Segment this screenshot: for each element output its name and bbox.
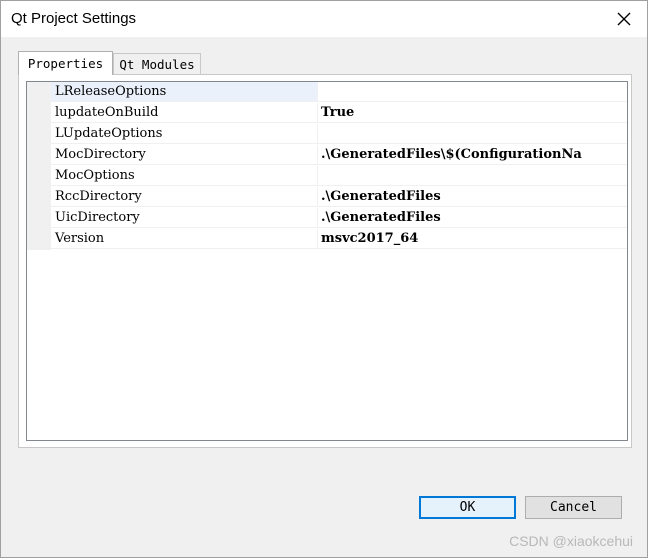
close-button[interactable] — [609, 5, 639, 33]
property-name: RccDirectory — [51, 187, 317, 207]
row-gutter — [27, 166, 51, 187]
property-row[interactable]: LUpdateOptions — [27, 124, 627, 145]
property-value[interactable]: msvc2017_64 — [317, 229, 627, 249]
cancel-button[interactable]: Cancel — [525, 496, 622, 519]
watermark: CSDN @xiaokcehui — [509, 533, 633, 549]
property-name: MocDirectory — [51, 145, 317, 165]
ok-button-label: OK — [459, 500, 476, 515]
property-value[interactable] — [317, 82, 627, 102]
row-gutter — [27, 82, 51, 103]
close-icon — [617, 12, 631, 26]
tab-qt-modules-label: Qt Modules — [119, 56, 195, 72]
property-value[interactable]: .\GeneratedFiles — [317, 208, 627, 228]
property-row[interactable]: LReleaseOptions — [27, 82, 627, 103]
cancel-button-label: Cancel — [550, 500, 597, 515]
row-gutter — [27, 187, 51, 208]
property-row[interactable]: Version msvc2017_64 — [27, 229, 627, 250]
property-name: UicDirectory — [51, 208, 317, 228]
property-value[interactable]: .\GeneratedFiles — [317, 187, 627, 207]
title-bar: Qt Project Settings — [1, 1, 647, 37]
property-value[interactable]: .\GeneratedFiles\$(ConfigurationNa — [317, 145, 627, 165]
property-value[interactable] — [317, 124, 627, 144]
property-name: LUpdateOptions — [51, 124, 317, 144]
tab-properties[interactable]: Properties — [18, 51, 113, 75]
window-title: Qt Project Settings — [11, 10, 137, 27]
tab-properties-label: Properties — [27, 56, 104, 71]
property-row[interactable]: lupdateOnBuild True — [27, 103, 627, 124]
property-name: MocOptions — [51, 166, 317, 186]
property-name: lupdateOnBuild — [51, 103, 317, 123]
tab-qt-modules[interactable]: Qt Modules — [113, 53, 201, 74]
row-gutter — [27, 124, 51, 145]
property-value[interactable] — [317, 166, 627, 186]
ok-button[interactable]: OK — [419, 496, 516, 519]
row-gutter — [27, 229, 51, 250]
property-row[interactable]: RccDirectory .\GeneratedFiles — [27, 187, 627, 208]
properties-panel: LReleaseOptions lupdateOnBuild True LUpd… — [18, 74, 632, 448]
property-name: Version — [51, 229, 317, 249]
property-name: LReleaseOptions — [51, 82, 317, 102]
property-grid[interactable]: LReleaseOptions lupdateOnBuild True LUpd… — [26, 81, 628, 441]
row-gutter — [27, 208, 51, 229]
row-gutter — [27, 103, 51, 124]
property-row[interactable]: MocOptions — [27, 166, 627, 187]
property-row[interactable]: MocDirectory .\GeneratedFiles\$(Configur… — [27, 145, 627, 166]
qt-project-settings-dialog: Qt Project Settings Properties Qt Module… — [0, 0, 648, 558]
property-row[interactable]: UicDirectory .\GeneratedFiles — [27, 208, 627, 229]
row-gutter — [27, 145, 51, 166]
property-value[interactable]: True — [317, 103, 627, 123]
